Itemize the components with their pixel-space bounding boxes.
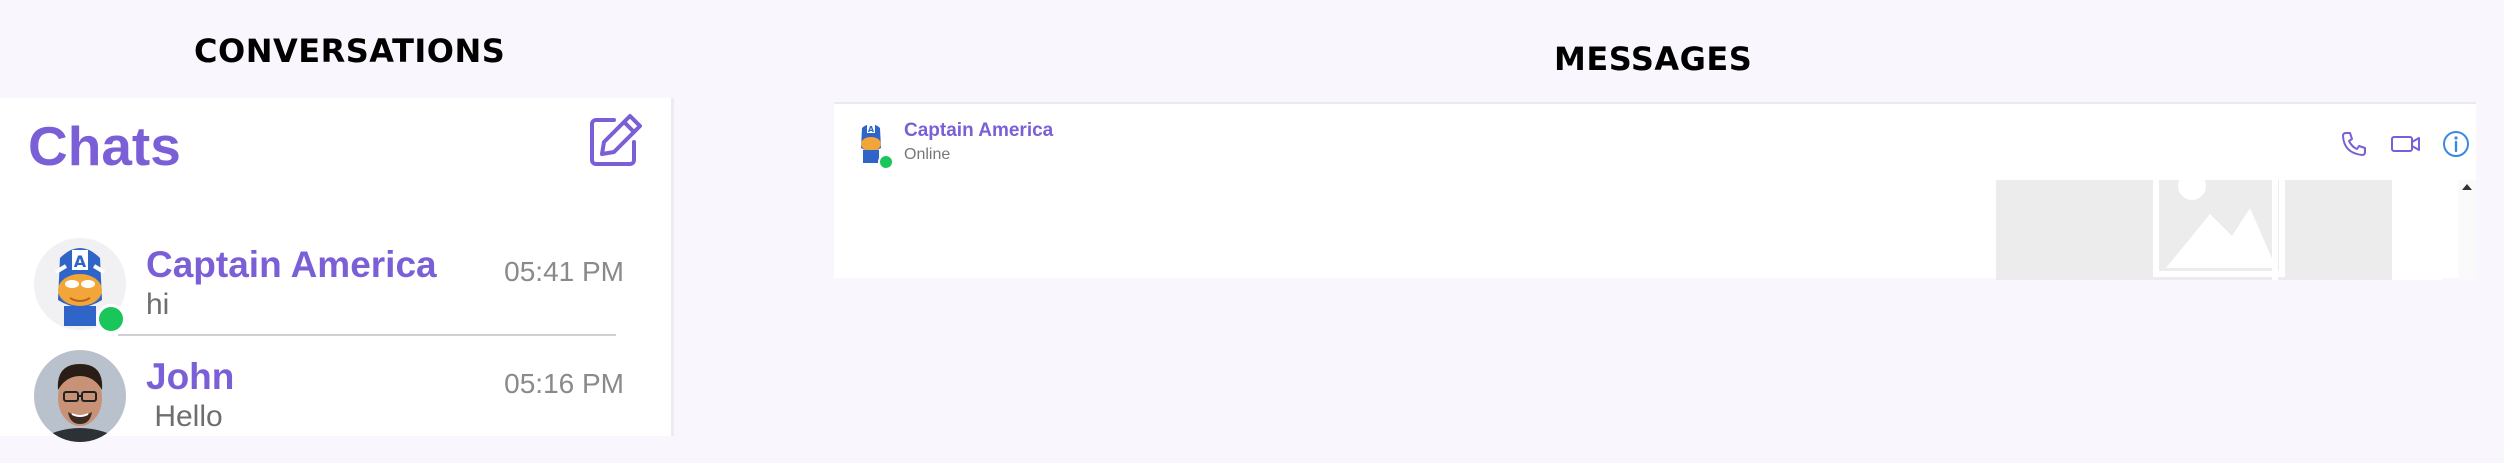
online-status-dot [878, 154, 894, 170]
conversation-time: 05:16 PM [504, 368, 624, 399]
video-icon [2391, 136, 2420, 152]
conversation-name: Captain America [146, 244, 437, 285]
image-placeholder-icon [1996, 180, 2442, 280]
conversation-name: John [146, 356, 235, 397]
conversations-title: CONVERSATIONS [194, 32, 506, 70]
call-button[interactable] [2340, 130, 2368, 163]
conversations-panel: Chats A Captain America hi 05:41 PM John… [0, 98, 674, 442]
messages-scrollbar[interactable] [2458, 180, 2476, 280]
info-button[interactable] [2442, 130, 2470, 163]
edit-square-icon [590, 114, 642, 166]
chat-header: A Captain America Online [834, 104, 2476, 182]
messages-panel: A Captain America Online [834, 102, 2476, 280]
compose-button[interactable] [584, 112, 644, 172]
conversation-divider [118, 334, 616, 336]
conversation-preview: Hello [146, 400, 223, 433]
contact-status: Online [904, 146, 951, 163]
messages-title: MESSAGES [1554, 40, 1753, 78]
online-status-dot [96, 304, 126, 334]
phone-icon [2342, 132, 2366, 156]
image-placeholder[interactable] [1996, 180, 2442, 280]
conversation-time: 05:41 PM [504, 256, 624, 287]
video-call-button[interactable] [2390, 130, 2422, 163]
info-icon [2443, 131, 2469, 157]
avatar [34, 350, 126, 442]
svg-text:A: A [74, 252, 87, 271]
conversation-item-captain-america[interactable]: A Captain America hi 05:41 PM [0, 238, 660, 348]
svg-text:A: A [868, 125, 875, 134]
conversation-item-john[interactable]: John Hello 05:16 PM [0, 350, 660, 460]
chats-heading: Chats [28, 115, 181, 177]
contact-name: Captain America [904, 120, 1054, 141]
scroll-up-arrow-icon[interactable] [2462, 184, 2472, 190]
conversation-preview: hi [146, 288, 170, 321]
